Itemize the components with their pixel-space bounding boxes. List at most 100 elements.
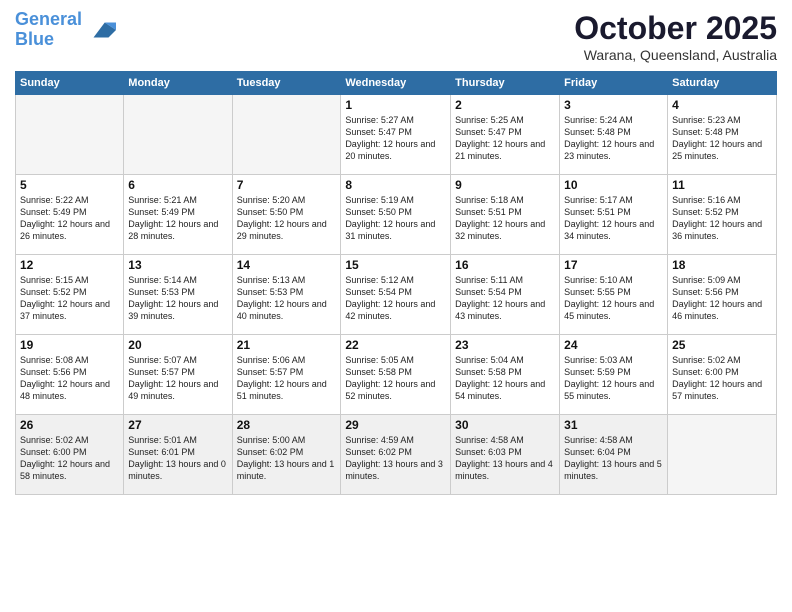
- day-info: Sunrise: 5:22 AM Sunset: 5:49 PM Dayligh…: [20, 194, 119, 243]
- calendar-body: 1Sunrise: 5:27 AM Sunset: 5:47 PM Daylig…: [16, 95, 777, 495]
- weekday-header-saturday: Saturday: [668, 72, 777, 95]
- day-info: Sunrise: 5:04 AM Sunset: 5:58 PM Dayligh…: [455, 354, 555, 403]
- calendar-cell: [16, 95, 124, 175]
- day-info: Sunrise: 5:02 AM Sunset: 6:00 PM Dayligh…: [20, 434, 119, 483]
- day-number: 19: [20, 338, 119, 352]
- calendar-cell: 27 Sunrise: 5:01 AM Sunset: 6:01 PM Dayli…: [124, 415, 232, 495]
- day-info: Sunrise: 4:59 AM Sunset: 6:02 PM Dayligh…: [345, 434, 446, 483]
- weekday-header-friday: Friday: [560, 72, 668, 95]
- day-number: 25: [672, 338, 772, 352]
- day-number: 6: [128, 178, 227, 192]
- day-info: Sunrise: 5:02 AM Sunset: 6:00 PM Dayligh…: [672, 354, 772, 403]
- day-number: 4: [672, 98, 772, 112]
- day-number: 16: [455, 258, 555, 272]
- day-info: Sunrise: 5:01 AM Sunset: 6:01 PM Dayligh…: [128, 434, 227, 483]
- weekday-header-wednesday: Wednesday: [341, 72, 451, 95]
- day-number: 17: [564, 258, 663, 272]
- day-number: 3: [564, 98, 663, 112]
- day-info: Sunrise: 5:23 AM Sunset: 5:48 PM Dayligh…: [672, 114, 772, 163]
- day-info: Sunrise: 5:24 AM Sunset: 5:48 PM Dayligh…: [564, 114, 663, 163]
- calendar-cell: 29 Sunrise: 4:59 AM Sunset: 6:02 PM Dayli…: [341, 415, 451, 495]
- day-info: Sunrise: 4:58 AM Sunset: 6:03 PM Dayligh…: [455, 434, 555, 483]
- calendar-cell: 19Sunrise: 5:08 AM Sunset: 5:56 PM Dayli…: [16, 335, 124, 415]
- calendar-cell: 24 Sunrise: 5:03 AM Sunset: 5:59 PM Dayli…: [560, 335, 668, 415]
- logo: General Blue: [15, 10, 116, 50]
- calendar-cell: 12 Sunrise: 5:15 AM Sunset: 5:52 PM Dayli…: [16, 255, 124, 335]
- day-info: Sunrise: 5:25 AM Sunset: 5:47 PM Dayligh…: [455, 114, 555, 163]
- calendar-cell: [124, 95, 232, 175]
- calendar-cell: 15Sunrise: 5:12 AM Sunset: 5:54 PM Dayli…: [341, 255, 451, 335]
- calendar-week-5: 26Sunrise: 5:02 AM Sunset: 6:00 PM Dayli…: [16, 415, 777, 495]
- calendar-cell: 28 Sunrise: 5:00 AM Sunset: 6:02 PM Dayli…: [232, 415, 341, 495]
- day-info: Sunrise: 5:00 AM Sunset: 6:02 PM Dayligh…: [237, 434, 337, 483]
- day-info: Sunrise: 5:09 AM Sunset: 5:56 PM Dayligh…: [672, 274, 772, 323]
- calendar-cell: 4 Sunrise: 5:23 AM Sunset: 5:48 PM Daylig…: [668, 95, 777, 175]
- calendar-cell: 30 Sunrise: 4:58 AM Sunset: 6:03 PM Dayli…: [451, 415, 560, 495]
- calendar-cell: 5Sunrise: 5:22 AM Sunset: 5:49 PM Daylig…: [16, 175, 124, 255]
- calendar-cell: [232, 95, 341, 175]
- weekday-header-sunday: Sunday: [16, 72, 124, 95]
- calendar-header: SundayMondayTuesdayWednesdayThursdayFrid…: [16, 72, 777, 95]
- location: Warana, Queensland, Australia: [574, 47, 777, 63]
- calendar-cell: 2 Sunrise: 5:25 AM Sunset: 5:47 PM Daylig…: [451, 95, 560, 175]
- day-number: 31: [564, 418, 663, 432]
- day-info: Sunrise: 5:15 AM Sunset: 5:52 PM Dayligh…: [20, 274, 119, 323]
- day-info: Sunrise: 5:19 AM Sunset: 5:50 PM Dayligh…: [345, 194, 446, 243]
- logo-text: General Blue: [15, 10, 82, 50]
- day-number: 10: [564, 178, 663, 192]
- logo-general: General: [15, 9, 82, 29]
- day-number: 29: [345, 418, 446, 432]
- day-number: 12: [20, 258, 119, 272]
- calendar-cell: 13Sunrise: 5:14 AM Sunset: 5:53 PM Dayli…: [124, 255, 232, 335]
- day-info: Sunrise: 5:17 AM Sunset: 5:51 PM Dayligh…: [564, 194, 663, 243]
- day-number: 28: [237, 418, 337, 432]
- day-info: Sunrise: 5:07 AM Sunset: 5:57 PM Dayligh…: [128, 354, 227, 403]
- day-number: 30: [455, 418, 555, 432]
- day-number: 24: [564, 338, 663, 352]
- day-number: 15: [345, 258, 446, 272]
- day-info: Sunrise: 4:58 AM Sunset: 6:04 PM Dayligh…: [564, 434, 663, 483]
- day-number: 14: [237, 258, 337, 272]
- weekday-header-row: SundayMondayTuesdayWednesdayThursdayFrid…: [16, 72, 777, 95]
- day-number: 9: [455, 178, 555, 192]
- day-number: 7: [237, 178, 337, 192]
- day-number: 8: [345, 178, 446, 192]
- calendar-cell: 1Sunrise: 5:27 AM Sunset: 5:47 PM Daylig…: [341, 95, 451, 175]
- day-number: 27: [128, 418, 227, 432]
- calendar-cell: 21Sunrise: 5:06 AM Sunset: 5:57 PM Dayli…: [232, 335, 341, 415]
- calendar-cell: [668, 415, 777, 495]
- weekday-header-thursday: Thursday: [451, 72, 560, 95]
- day-number: 11: [672, 178, 772, 192]
- calendar-cell: 10 Sunrise: 5:17 AM Sunset: 5:51 PM Dayli…: [560, 175, 668, 255]
- calendar-week-2: 5Sunrise: 5:22 AM Sunset: 5:49 PM Daylig…: [16, 175, 777, 255]
- day-info: Sunrise: 5:18 AM Sunset: 5:51 PM Dayligh…: [455, 194, 555, 243]
- day-info: Sunrise: 5:05 AM Sunset: 5:58 PM Dayligh…: [345, 354, 446, 403]
- calendar-cell: 31 Sunrise: 4:58 AM Sunset: 6:04 PM Dayli…: [560, 415, 668, 495]
- logo-icon: [86, 15, 116, 45]
- title-block: October 2025 Warana, Queensland, Austral…: [574, 10, 777, 63]
- calendar-cell: 26Sunrise: 5:02 AM Sunset: 6:00 PM Dayli…: [16, 415, 124, 495]
- calendar-cell: 16 Sunrise: 5:11 AM Sunset: 5:54 PM Dayli…: [451, 255, 560, 335]
- day-number: 2: [455, 98, 555, 112]
- calendar-week-4: 19Sunrise: 5:08 AM Sunset: 5:56 PM Dayli…: [16, 335, 777, 415]
- calendar-cell: 22 Sunrise: 5:05 AM Sunset: 5:58 PM Dayli…: [341, 335, 451, 415]
- day-number: 22: [345, 338, 446, 352]
- day-number: 1: [345, 98, 446, 112]
- calendar-table: SundayMondayTuesdayWednesdayThursdayFrid…: [15, 71, 777, 495]
- day-info: Sunrise: 5:14 AM Sunset: 5:53 PM Dayligh…: [128, 274, 227, 323]
- calendar-cell: 18Sunrise: 5:09 AM Sunset: 5:56 PM Dayli…: [668, 255, 777, 335]
- month-title: October 2025: [574, 10, 777, 47]
- day-info: Sunrise: 5:13 AM Sunset: 5:53 PM Dayligh…: [237, 274, 337, 323]
- day-number: 23: [455, 338, 555, 352]
- logo-blue: Blue: [15, 29, 54, 49]
- day-info: Sunrise: 5:10 AM Sunset: 5:55 PM Dayligh…: [564, 274, 663, 323]
- day-info: Sunrise: 5:11 AM Sunset: 5:54 PM Dayligh…: [455, 274, 555, 323]
- day-number: 20: [128, 338, 227, 352]
- weekday-header-monday: Monday: [124, 72, 232, 95]
- day-info: Sunrise: 5:21 AM Sunset: 5:49 PM Dayligh…: [128, 194, 227, 243]
- calendar-cell: 14 Sunrise: 5:13 AM Sunset: 5:53 PM Dayli…: [232, 255, 341, 335]
- calendar-cell: 3 Sunrise: 5:24 AM Sunset: 5:48 PM Daylig…: [560, 95, 668, 175]
- calendar-cell: 20 Sunrise: 5:07 AM Sunset: 5:57 PM Dayli…: [124, 335, 232, 415]
- day-info: Sunrise: 5:03 AM Sunset: 5:59 PM Dayligh…: [564, 354, 663, 403]
- weekday-header-tuesday: Tuesday: [232, 72, 341, 95]
